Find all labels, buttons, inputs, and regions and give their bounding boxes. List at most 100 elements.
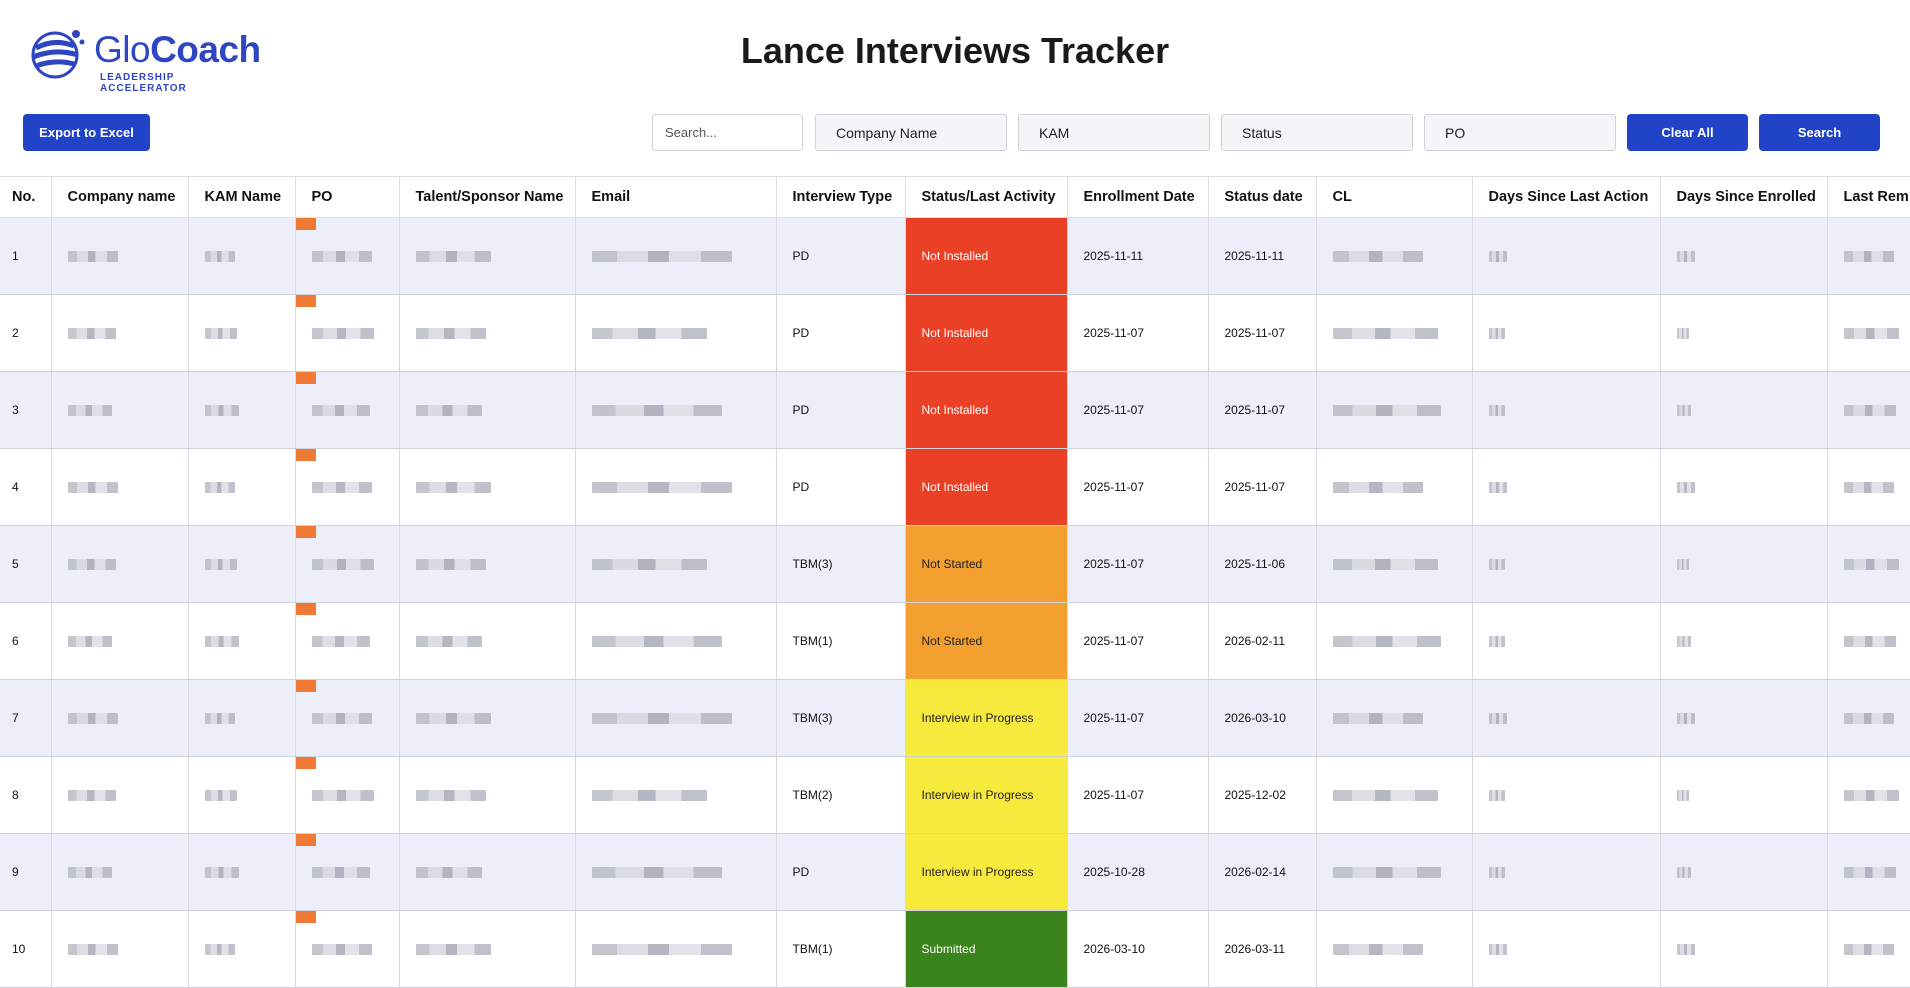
redacted-value <box>591 328 707 340</box>
redacted-value <box>1676 405 1691 417</box>
email-cell <box>575 756 777 834</box>
col-header-cl[interactable]: CL <box>1316 176 1473 218</box>
redacted-value <box>204 251 235 263</box>
interview-type-cell: PD <box>776 294 906 372</box>
status-cell: Interview in Progress <box>905 833 1068 911</box>
email-cell <box>575 217 777 295</box>
col-header-last-reminder[interactable]: Last Rem <box>1827 176 1910 218</box>
table-row[interactable]: 5 TBM(3) Not Started 2025-11-07 2025-11-06 <box>0 525 1910 603</box>
last-reminder-cell <box>1827 910 1910 988</box>
redacted-value <box>1676 251 1695 263</box>
table-row[interactable]: 1 PD Not Installed 2025-11-11 2025-11-11 <box>0 217 1910 295</box>
cl-cell <box>1316 294 1473 372</box>
redacted-value <box>311 405 370 417</box>
table-row[interactable]: 7 TBM(3) Interview in Progress 2025-11-07 20… <box>0 679 1910 757</box>
redacted-value <box>311 328 374 340</box>
redacted-value <box>415 328 486 340</box>
enrollment-date-cell: 2025-11-07 <box>1067 371 1209 449</box>
kam-name-cell <box>188 525 296 603</box>
redacted-value <box>67 559 116 571</box>
talent-sponsor-name-cell <box>399 910 576 988</box>
redacted-value <box>1843 559 1899 571</box>
redacted-value <box>1488 405 1505 417</box>
days-since-enrolled-cell <box>1660 679 1828 757</box>
enrollment-date-cell: 2025-11-07 <box>1067 294 1209 372</box>
redacted-value <box>204 405 239 417</box>
kam-filter[interactable] <box>1018 114 1210 151</box>
row-number: 4 <box>0 448 52 526</box>
cl-cell <box>1316 679 1473 757</box>
redacted-value <box>415 867 482 879</box>
row-number: 9 <box>0 833 52 911</box>
col-header-no[interactable]: No. <box>0 176 52 218</box>
col-header-enrollment-date[interactable]: Enrollment Date <box>1067 176 1209 218</box>
col-header-days-since-last-action[interactable]: Days Since Last Action <box>1472 176 1661 218</box>
search-input[interactable] <box>652 114 803 151</box>
search-button[interactable]: Search <box>1759 114 1880 151</box>
redacted-value <box>1843 867 1896 879</box>
table-row[interactable]: 10 TBM(1) Submitted 2026-03-10 2026-03-11 <box>0 910 1910 988</box>
col-header-company-name[interactable]: Company name <box>51 176 189 218</box>
col-header-interview-type[interactable]: Interview Type <box>776 176 906 218</box>
company-name-cell <box>51 756 189 834</box>
redacted-value <box>311 790 374 802</box>
redacted-value <box>1676 944 1695 956</box>
redacted-value <box>204 559 237 571</box>
po-flag-icon <box>295 603 316 615</box>
col-header-talent-sponsor-name[interactable]: Talent/Sponsor Name <box>399 176 576 218</box>
export-to-excel-button[interactable]: Export to Excel <box>23 114 150 151</box>
redacted-value <box>1488 636 1505 648</box>
redacted-value <box>311 636 370 648</box>
clear-all-button[interactable]: Clear All <box>1627 114 1748 151</box>
talent-sponsor-name-cell <box>399 679 576 757</box>
table-row[interactable]: 8 TBM(2) Interview in Progress 2025-11-07 20… <box>0 756 1910 834</box>
po-filter[interactable] <box>1424 114 1616 151</box>
table-row[interactable]: 3 PD Not Installed 2025-11-07 2025-11-07 <box>0 371 1910 449</box>
redacted-value <box>1488 328 1505 340</box>
col-header-status-date[interactable]: Status date <box>1208 176 1317 218</box>
table-row[interactable]: 6 TBM(1) Not Started 2025-11-07 2026-02-11 <box>0 602 1910 680</box>
redacted-value <box>591 636 722 648</box>
days-since-last-action-cell <box>1472 910 1661 988</box>
email-cell <box>575 525 777 603</box>
company-name-cell <box>51 294 189 372</box>
redacted-value <box>1488 867 1505 879</box>
status-cell: Not Installed <box>905 448 1068 526</box>
po-cell <box>295 294 400 372</box>
days-since-enrolled-cell <box>1660 294 1828 372</box>
redacted-value <box>1488 251 1507 263</box>
days-since-enrolled-cell <box>1660 602 1828 680</box>
enrollment-date-cell: 2025-11-07 <box>1067 602 1209 680</box>
cl-cell <box>1316 448 1473 526</box>
redacted-value <box>204 944 235 956</box>
redacted-value <box>311 713 372 725</box>
redacted-value <box>415 713 491 725</box>
col-header-po[interactable]: PO <box>295 176 400 218</box>
po-flag-icon <box>295 372 316 384</box>
redacted-value <box>1332 251 1423 263</box>
status-filter[interactable] <box>1221 114 1413 151</box>
table-row[interactable]: 4 PD Not Installed 2025-11-07 2025-11-07 <box>0 448 1910 526</box>
kam-name-cell <box>188 602 296 680</box>
redacted-value <box>591 559 707 571</box>
redacted-value <box>67 790 116 802</box>
kam-name-cell <box>188 371 296 449</box>
redacted-value <box>311 482 372 494</box>
cl-cell <box>1316 371 1473 449</box>
company-name-filter[interactable] <box>815 114 1007 151</box>
col-header-days-since-enrolled[interactable]: Days Since Enrolled <box>1660 176 1828 218</box>
redacted-value <box>1332 790 1438 802</box>
row-number: 8 <box>0 756 52 834</box>
redacted-value <box>1488 482 1507 494</box>
talent-sponsor-name-cell <box>399 756 576 834</box>
redacted-value <box>591 251 732 263</box>
table-row[interactable]: 2 PD Not Installed 2025-11-07 2025-11-07 <box>0 294 1910 372</box>
col-header-email[interactable]: Email <box>575 176 777 218</box>
col-header-status-last-activity[interactable]: Status/Last Activity <box>905 176 1068 218</box>
redacted-value <box>1843 713 1894 725</box>
table-row[interactable]: 9 PD Interview in Progress 2025-10-28 2026-0… <box>0 833 1910 911</box>
redacted-value <box>1332 713 1423 725</box>
row-number: 6 <box>0 602 52 680</box>
col-header-kam-name[interactable]: KAM Name <box>188 176 296 218</box>
redacted-value <box>1676 482 1695 494</box>
